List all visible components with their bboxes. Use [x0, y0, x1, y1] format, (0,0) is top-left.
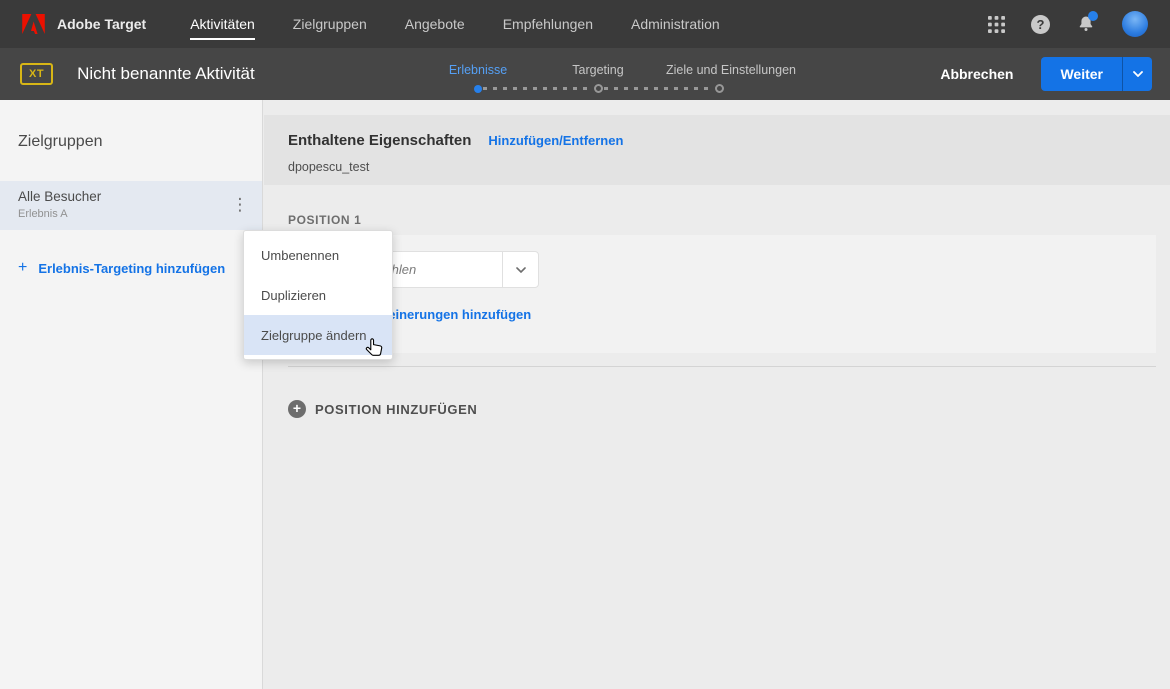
nav-item-empfehlungen[interactable]: Empfehlungen [503, 0, 593, 48]
step-ziele-einstellungen[interactable]: Ziele und Einstellungen [666, 63, 796, 77]
nav-item-administration[interactable]: Administration [631, 0, 720, 48]
brand-title: Adobe Target [57, 16, 147, 32]
workflow-steps: Erlebnisse Targeting Ziele und Einstellu… [436, 48, 816, 100]
audience-name: Alle Besucher [18, 189, 102, 204]
nav-item-zielgruppen[interactable]: Zielgruppen [293, 0, 367, 48]
section-divider [288, 366, 1156, 367]
included-properties-section: Enthaltene Eigenschaften Hinzufügen/Entf… [264, 115, 1170, 185]
add-position-button[interactable]: + POSITION HINZUFÜGEN [288, 400, 477, 418]
nav-item-aktivitaeten[interactable]: Aktivitäten [190, 0, 255, 48]
plus-icon: + [18, 259, 28, 276]
experience-composer: Enthaltene Eigenschaften Hinzufügen/Entf… [264, 100, 1170, 689]
activity-type-badge: XT [20, 63, 54, 85]
plus-circle-icon: + [288, 400, 306, 418]
adobe-logo-icon[interactable] [22, 14, 45, 34]
adobe-target-app: Adobe Target Aktivitäten Zielgruppen Ang… [0, 0, 1170, 689]
add-remove-properties-link[interactable]: Hinzufügen/Entfernen [488, 133, 623, 148]
activity-bar-actions: Abbrechen Weiter [932, 57, 1152, 91]
help-icon[interactable]: ? [1031, 14, 1050, 34]
menu-item-zielgruppe-aendern[interactable]: Zielgruppe ändern [244, 315, 392, 355]
activity-header-bar: XT Nicht benannte Aktivität Erlebnisse T… [0, 48, 1170, 100]
menu-item-label: Umbenennen [261, 247, 340, 263]
sidebar-title: Zielgruppen [18, 133, 103, 150]
audience-list-item[interactable]: Alle Besucher Erlebnis A ⋮ [0, 181, 262, 230]
user-avatar[interactable] [1122, 11, 1148, 37]
step-indicator-upcoming [594, 84, 603, 93]
next-button[interactable]: Weiter [1041, 57, 1122, 91]
add-experience-targeting-button[interactable]: + Erlebnis-Targeting hinzufügen [18, 260, 225, 276]
step-indicator-upcoming [715, 84, 724, 93]
notifications-bell-icon[interactable] [1076, 11, 1098, 34]
next-dropdown-button[interactable] [1122, 57, 1152, 91]
step-dash-segment [483, 87, 593, 90]
activity-title: Nicht benannte Aktivität [77, 64, 255, 83]
property-value: dpopescu_test [288, 160, 370, 174]
add-position-label: POSITION HINZUFÜGEN [315, 401, 478, 417]
position-1-label: POSITION 1 [288, 213, 362, 227]
primary-nav: Aktivitäten Zielgruppen Angebote Empfehl… [190, 0, 720, 48]
apps-grid-icon[interactable] [988, 15, 1005, 33]
position-1-panel: Angebot auswählen Zielgruppenverfeinerun… [288, 235, 1156, 353]
chevron-down-icon [502, 252, 538, 287]
chevron-down-icon [1132, 71, 1143, 77]
included-properties-title: Enthaltene Eigenschaften [288, 132, 472, 149]
workflow-progress-track [474, 84, 724, 93]
audience-experience-label: Erlebnis A [18, 208, 68, 220]
step-indicator-current [474, 84, 482, 93]
step-dash-segment [604, 87, 714, 90]
menu-item-label: Zielgruppe ändern [261, 327, 367, 343]
menu-item-label: Duplizieren [261, 287, 327, 303]
audience-menu-kebab-icon[interactable]: ⋮ [230, 193, 250, 217]
step-erlebnisse[interactable]: Erlebnisse [449, 63, 507, 77]
next-split-button: Weiter [1041, 57, 1152, 91]
step-targeting[interactable]: Targeting [572, 63, 623, 77]
cancel-button[interactable]: Abbrechen [932, 60, 1021, 88]
audience-context-menu: Umbenennen Duplizieren Zielgruppe ändern [243, 230, 393, 360]
top-nav: Adobe Target Aktivitäten Zielgruppen Ang… [0, 0, 1170, 48]
nav-item-angebote[interactable]: Angebote [405, 0, 465, 48]
add-experience-targeting-label: Erlebnis-Targeting hinzufügen [38, 260, 226, 276]
top-nav-utilities: ? [988, 11, 1152, 37]
menu-item-umbenennen[interactable]: Umbenennen [244, 235, 392, 275]
menu-item-duplizieren[interactable]: Duplizieren [244, 275, 392, 315]
notification-badge-dot [1088, 11, 1098, 21]
audiences-sidebar: Zielgruppen Alle Besucher Erlebnis A ⋮ +… [0, 100, 263, 689]
